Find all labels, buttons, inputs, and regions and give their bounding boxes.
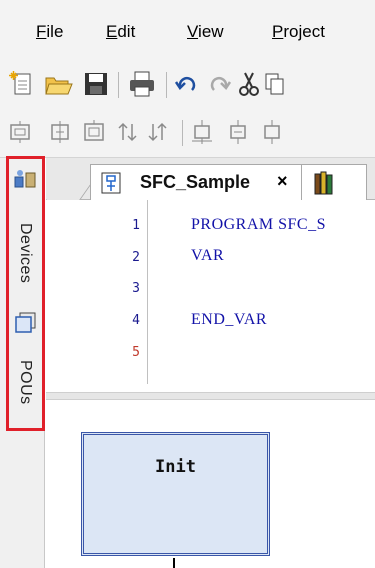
line-number: 2 — [132, 250, 140, 265]
open-folder-icon[interactable] — [44, 70, 74, 98]
sort-up-icon[interactable] — [118, 120, 142, 144]
tab-sfc-sample[interactable]: SFC_Sample × — [90, 164, 367, 201]
step-connector — [173, 558, 175, 568]
print-icon[interactable] — [128, 70, 158, 98]
step-name: Init — [155, 457, 196, 477]
gutter-divider — [147, 200, 148, 384]
line-number: 3 — [132, 281, 140, 296]
sfc-toolbar — [0, 108, 375, 158]
copy-icon[interactable] — [264, 70, 284, 98]
code-line: VAR — [191, 247, 225, 264]
menu-bar: File Edit View Project — [0, 0, 375, 62]
menu-edit[interactable]: Edit — [106, 22, 135, 42]
toolbar-separator — [166, 72, 167, 98]
line-number-current: 5 — [132, 345, 140, 360]
tab-divider — [301, 165, 302, 201]
tab-title: SFC_Sample — [140, 172, 251, 192]
close-icon[interactable]: × — [277, 171, 288, 192]
line-number: 4 — [132, 313, 140, 328]
insert-branch-icon[interactable] — [226, 120, 250, 144]
frame-icon-1[interactable] — [8, 120, 32, 144]
editor-tab-strip: SFC_Sample × — [46, 158, 375, 201]
highlight-box — [6, 156, 45, 431]
cut-icon[interactable] — [236, 70, 262, 98]
undo-icon[interactable] — [174, 70, 200, 98]
standard-toolbar — [0, 62, 375, 108]
editor-splitter[interactable] — [46, 392, 375, 400]
declaration-editor[interactable]: 1 2 3 4 5 PROGRAM SFC_S VAR END_VAR — [46, 200, 375, 392]
line-number: 1 — [132, 218, 140, 233]
toolbar-separator — [118, 72, 119, 98]
frame-icon-2[interactable] — [48, 120, 72, 144]
menu-project[interactable]: Project — [272, 22, 325, 42]
code-line: END_VAR — [191, 311, 268, 328]
frame-icon-3[interactable] — [82, 120, 106, 144]
new-file-icon[interactable] — [8, 70, 36, 98]
insert-jump-icon[interactable] — [260, 120, 284, 144]
sort-down-icon[interactable] — [148, 120, 172, 144]
init-step[interactable]: Init — [81, 432, 270, 556]
toolbar-separator — [182, 120, 183, 146]
code-line: PROGRAM SFC_S — [191, 216, 326, 233]
sfc-pou-icon — [101, 172, 121, 199]
menu-view[interactable]: View — [187, 22, 224, 42]
library-icon[interactable] — [313, 170, 337, 201]
redo-icon[interactable] — [206, 70, 232, 98]
save-icon[interactable] — [82, 70, 110, 98]
menu-file[interactable]: File — [36, 22, 63, 42]
insert-step-icon[interactable] — [190, 120, 214, 144]
